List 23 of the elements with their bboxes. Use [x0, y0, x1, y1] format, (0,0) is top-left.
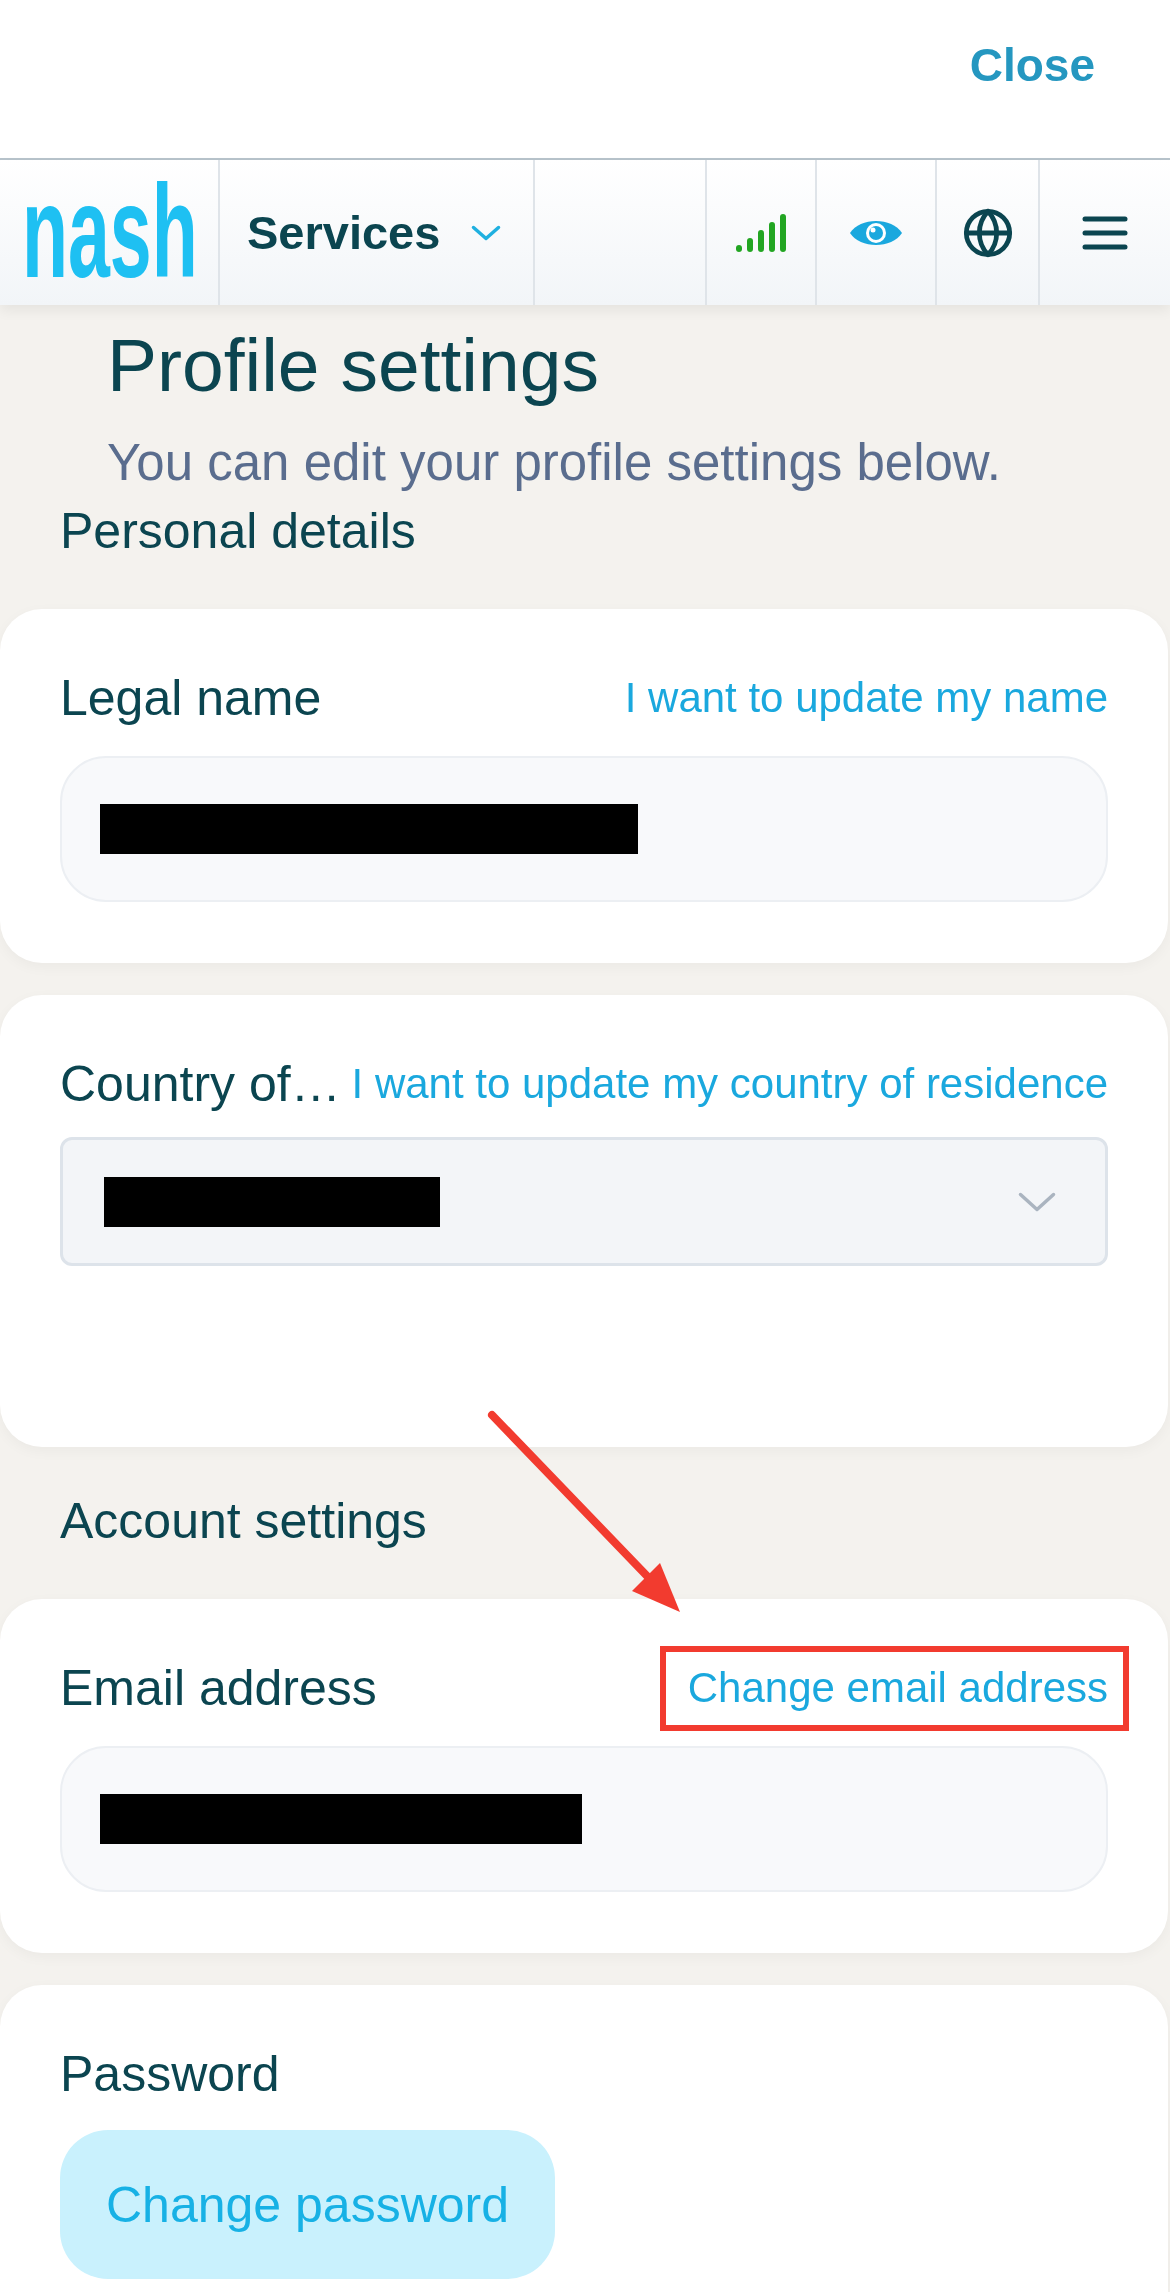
section-heading: Personal details [60, 502, 417, 561]
field-label: Password [60, 2045, 280, 2104]
menu-icon [1082, 215, 1128, 250]
chevron-down-icon [470, 223, 503, 242]
field-label: Country of… [60, 1055, 341, 1114]
change-password-button[interactable]: Change password [60, 2130, 556, 2279]
update-link[interactable]: Change email address [687, 1663, 1108, 1713]
section-heading: Account settings [60, 1492, 428, 1551]
input-field[interactable] [60, 756, 1108, 902]
field-label: Email address [60, 1659, 377, 1718]
input-field[interactable] [60, 1746, 1108, 1892]
page-subtitle: You can edit your profile settings below. [107, 433, 1003, 493]
services-menu-button[interactable]: Services [220, 160, 535, 305]
logo[interactable]: nash [22, 177, 198, 288]
field-label: Legal name [60, 669, 322, 728]
page-title: Profile settings [107, 322, 600, 409]
globe-icon [961, 206, 1014, 259]
update-link[interactable]: I want to update my name [624, 673, 1108, 723]
close-link[interactable]: Close [969, 39, 1095, 91]
chevron-down-icon [1017, 1190, 1057, 1213]
update-link[interactable]: I want to update my country of residence [351, 1059, 1108, 1109]
signal-icon [736, 213, 786, 252]
select-field[interactable] [60, 1137, 1108, 1266]
